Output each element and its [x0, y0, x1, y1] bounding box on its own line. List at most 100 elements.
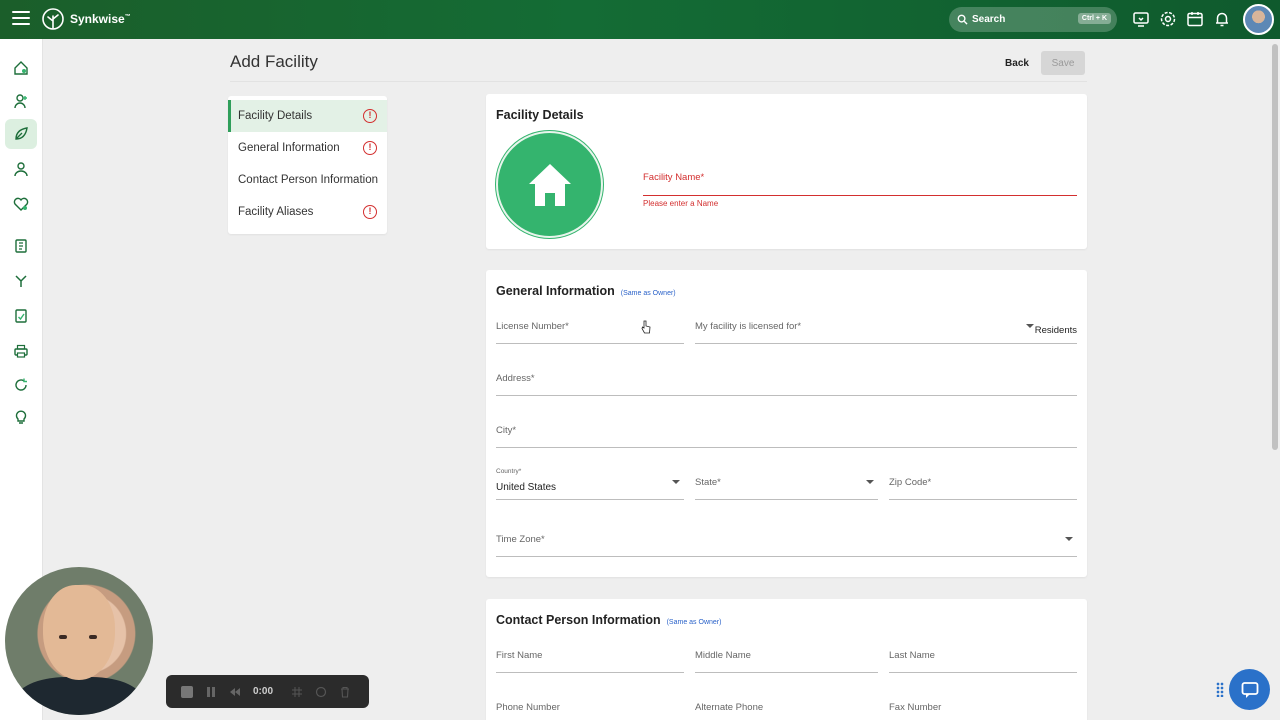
printer-icon [14, 344, 28, 358]
search-label: Search [972, 14, 1006, 25]
facility-name-error: Please enter a Name [643, 199, 719, 208]
mouse-cursor-icon [641, 320, 651, 334]
section-nav-label: Facility Aliases [238, 206, 314, 218]
same-as-owner-link[interactable]: (Same as Owner) [621, 290, 676, 297]
chevron-down-icon [1026, 324, 1034, 328]
sidebar-item-care[interactable] [5, 189, 37, 219]
time-zone-select[interactable]: Time Zone* [496, 529, 1077, 557]
bulb-icon [15, 410, 27, 424]
menu-icon[interactable] [12, 11, 30, 27]
synkwise-logo-icon [42, 8, 64, 30]
app-logo[interactable]: Synkwise™ [40, 8, 131, 30]
licensed-for-select[interactable]: My facility is licensed for* Residents [695, 316, 1077, 344]
sidebar-item-home[interactable] [5, 53, 37, 83]
field-label: State* [695, 477, 721, 488]
webcam-face [43, 585, 115, 680]
chat-icon [1241, 681, 1258, 698]
chevron-down-icon [672, 480, 680, 484]
sidebar-item-workflow[interactable] [5, 266, 37, 296]
back-button[interactable]: Back [996, 52, 1038, 74]
section-nav-label: General Information [238, 142, 340, 154]
facility-leaf-icon [15, 127, 28, 140]
field-label: My facility is licensed for* [695, 321, 802, 332]
sidebar-item-documents[interactable] [5, 231, 37, 261]
app-name: Synkwise™ [70, 12, 131, 26]
sidebar-item-users[interactable] [5, 86, 37, 116]
pause-icon[interactable] [205, 686, 217, 698]
fax-number-field[interactable]: Fax Number [889, 701, 1077, 720]
header-divider [230, 81, 1087, 82]
page-scrollbar[interactable] [1272, 44, 1278, 450]
trash-icon[interactable] [339, 686, 351, 698]
stop-icon[interactable] [181, 685, 193, 698]
contact-person-card: Contact Person Information (Same as Owner… [486, 599, 1087, 720]
bell-icon[interactable] [1213, 10, 1231, 28]
field-label: First Name [496, 650, 543, 661]
settings-gear-icon[interactable] [1159, 10, 1177, 28]
sidebar-item-facilities[interactable] [5, 119, 37, 149]
middle-name-field[interactable]: Middle Name [695, 649, 878, 673]
zip-code-field[interactable]: Zip Code* [889, 472, 1077, 500]
section-nav-contact-person[interactable]: Contact Person Information [228, 164, 387, 196]
licensed-for-suffix: Residents [1034, 325, 1077, 336]
sidebar-item-print[interactable] [5, 336, 37, 366]
phone-number-field[interactable]: Phone Number [496, 701, 684, 720]
webcam-eye [59, 635, 67, 639]
field-label: Middle Name [695, 650, 751, 661]
field-label: Alternate Phone [695, 702, 764, 713]
circle-icon[interactable] [315, 686, 327, 698]
calendar-icon[interactable] [1186, 10, 1204, 28]
card-title: Contact Person Information (Same as Owner… [496, 613, 722, 627]
sidebar-item-ideas[interactable] [5, 402, 37, 432]
webcam-overlay [5, 567, 153, 715]
section-nav-facility-details[interactable]: Facility Details ! [228, 100, 387, 132]
license-number-field[interactable]: License Number* [496, 316, 684, 344]
user-avatar[interactable] [1243, 4, 1274, 35]
city-field[interactable]: City* [496, 420, 1077, 448]
sidebar-item-residents[interactable] [5, 154, 37, 184]
section-nav-general-information[interactable]: General Information ! [228, 132, 387, 164]
chat-button[interactable] [1229, 669, 1270, 710]
facility-image-upload[interactable] [496, 131, 603, 238]
warning-icon: ! [363, 141, 377, 155]
warning-icon: ! [363, 205, 377, 219]
house-icon [528, 163, 571, 206]
recording-time: 0:00 [253, 686, 274, 697]
care-icon [13, 197, 29, 211]
resident-icon [14, 162, 28, 177]
document-icon [15, 239, 27, 253]
search-input[interactable]: Search Ctrl + K [949, 7, 1117, 32]
state-select[interactable]: State* [695, 472, 878, 500]
grid-icon[interactable] [291, 686, 303, 698]
same-as-owner-link[interactable]: (Same as Owner) [667, 619, 722, 626]
field-label: City* [496, 425, 517, 436]
chevron-down-icon [866, 480, 874, 484]
rewind-icon[interactable] [229, 686, 241, 698]
section-nav-label: Facility Details [238, 110, 313, 122]
country-select[interactable]: Country* United States [496, 468, 684, 500]
webcam-eye [89, 635, 97, 639]
field-label: Time Zone* [496, 534, 545, 545]
sidebar-item-sync[interactable] [5, 370, 37, 400]
card-title: Facility Details [496, 108, 584, 122]
save-button[interactable]: Save [1041, 51, 1085, 75]
webcam-shirt [15, 677, 143, 715]
report-icon [15, 309, 27, 323]
chevron-down-icon [1065, 537, 1073, 541]
card-title: General Information (Same as Owner) [496, 284, 676, 298]
address-field[interactable]: Address* [496, 368, 1077, 396]
chat-drag-handle[interactable] [1216, 682, 1224, 697]
field-label: Facility Name* [643, 172, 705, 183]
tablet-icon[interactable] [1132, 10, 1150, 28]
section-nav: Facility Details ! General Information !… [228, 96, 387, 234]
alternate-phone-field[interactable]: Alternate Phone [695, 701, 878, 720]
first-name-field[interactable]: First Name [496, 649, 684, 673]
last-name-field[interactable]: Last Name [889, 649, 1077, 673]
top-bar: Synkwise™ Search Ctrl + K [0, 0, 1280, 39]
search-shortcut-badge: Ctrl + K [1077, 13, 1111, 24]
facility-name-field[interactable]: Facility Name* [643, 166, 1077, 196]
sidebar-item-reports[interactable] [5, 301, 37, 331]
page-title: Add Facility [230, 52, 318, 71]
section-nav-facility-aliases[interactable]: Facility Aliases ! [228, 196, 387, 228]
section-nav-label: Contact Person Information [238, 174, 378, 186]
